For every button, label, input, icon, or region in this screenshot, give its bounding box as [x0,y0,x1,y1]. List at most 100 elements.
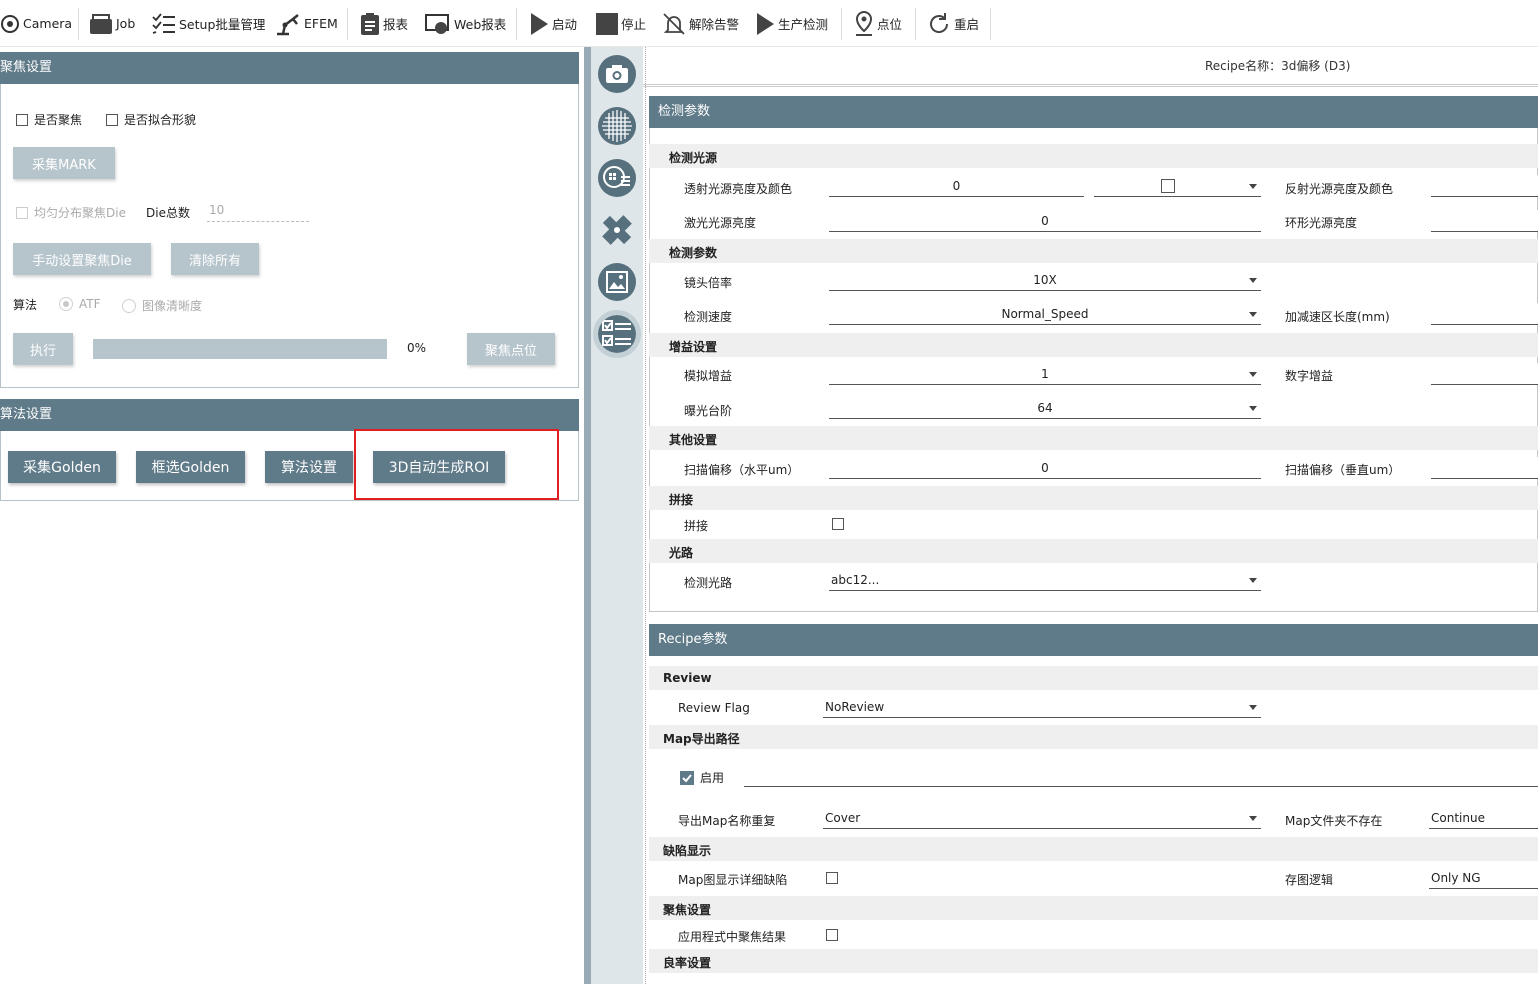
image-clarity-radio[interactable]: 图像清晰度 [122,297,202,314]
dup-name-select[interactable]: Cover [823,807,1261,829]
execute-button[interactable]: 执行 [13,333,73,365]
side-checklist-button[interactable] [593,310,641,358]
side-camera-button[interactable] [598,55,636,93]
image-frame-icon [606,271,628,293]
atf-radio[interactable]: ATF [59,297,101,311]
recipe-header: Recipe名称：3d偏移 (D3) [643,47,1538,87]
detail-defect-checkbox[interactable] [826,872,838,884]
group-header-row [649,725,1538,749]
checkbox-checked[interactable] [680,770,694,785]
accel-input[interactable] [1431,303,1538,325]
focus-panel-title: 聚焦设置 [0,60,53,75]
ring-light-input[interactable] [1431,210,1538,232]
exposure-select[interactable]: 64 [829,397,1261,419]
die-map-icon [603,166,630,188]
atf-radio-label: ATF [79,297,101,311]
algorithm-settings-button[interactable]: 算法设置 [265,451,353,483]
bell-off-icon [663,12,685,35]
refl-light-label: 反射光源亮度及颜色 [1285,182,1394,196]
refl-light-input[interactable] [1431,175,1538,197]
toolbar-start-button[interactable]: 启动 [529,0,577,47]
side-wafer-button[interactable] [598,107,636,145]
toolbar-job-button[interactable]: Job [89,0,135,47]
group-header-row [649,949,1538,973]
uniform-die-checkbox[interactable]: 均匀分布聚焦Die [16,204,126,221]
panel-border [645,47,646,984]
toolbar-divider [990,8,991,40]
toolbar-restart-button[interactable]: 重启 [927,0,979,47]
side-tools-button[interactable] [598,211,636,249]
group-stitch-title: 拼接 [669,493,694,507]
toolbar-camera-button[interactable]: Camera [0,0,72,47]
toolbar-label: Web报表 [454,17,507,32]
group-review-title: Review [663,671,712,685]
optic-select[interactable]: abc12... [829,569,1261,591]
checkbox-box[interactable] [106,113,118,126]
radio-button[interactable] [59,297,73,311]
trans-color-select[interactable] [1094,175,1261,197]
detect-panel-title: 检测参数 [658,104,711,119]
checkbox-box[interactable] [16,113,28,126]
enable-checkbox[interactable]: 启用 [680,769,724,786]
map-path-input[interactable] [744,765,1538,787]
toolbar-efem-button[interactable]: EFEM [275,0,338,47]
die-total-input[interactable]: 10 [207,201,309,222]
toolbar-report-button[interactable]: 报表 [360,0,408,47]
group-light-title: 检测光源 [669,151,718,165]
laser-light-input[interactable]: 0 [829,210,1261,232]
camera-icon [606,65,628,83]
ring-light-label: 环形光源亮度 [1285,216,1358,230]
toolbar-label: Setup批量管理 [179,17,266,32]
wafer-grid-icon [601,110,633,142]
collect-golden-button[interactable]: 采集Golden [8,451,116,483]
fit-shape-checkbox[interactable]: 是否拟合形貌 [106,111,196,128]
radio-button[interactable] [122,298,136,313]
save-logic-select[interactable]: Only NG [1429,867,1538,889]
analog-gain-select[interactable]: 1 [829,363,1261,385]
apply-focus-checkbox[interactable] [826,929,838,941]
panel-splitter[interactable] [584,47,591,984]
no-folder-select[interactable]: Continue [1429,807,1538,829]
stitch-checkbox[interactable] [832,518,844,530]
select-golden-button[interactable]: 框选Golden [136,451,245,483]
digital-gain-input[interactable] [1431,363,1538,385]
collect-mark-button[interactable]: 采集MARK [13,147,115,179]
review-flag-select[interactable]: NoReview [823,696,1261,718]
enable-label: 启用 [700,771,725,785]
manual-focus-die-button[interactable]: 手动设置聚焦Die [13,243,151,275]
group-defect-title: 缺陷显示 [663,844,712,858]
group-focus-title: 聚焦设置 [663,903,712,917]
scan-h-input[interactable]: 0 [829,457,1261,479]
side-image-button[interactable] [598,263,636,301]
group-params-title: 检测参数 [669,246,718,260]
progress-percent: 0% [407,341,427,355]
toolbar-label: 解除告警 [689,17,740,32]
group-map-title: Map导出路径 [663,732,740,746]
focus-point-button[interactable]: 聚焦点位 [467,333,555,365]
clear-all-button[interactable]: 清除所有 [171,243,259,275]
scan-v-input[interactable] [1431,457,1538,479]
focus-checkbox[interactable]: 是否聚焦 [16,111,82,128]
toolbar-setup-button[interactable]: Setup批量管理 [152,0,265,47]
toolbar-web-report-button[interactable]: Web报表 [425,0,506,47]
toolbar-clear-alarm-button[interactable]: 解除告警 [662,0,739,47]
toolbar-position-button[interactable]: 点位 [854,0,902,47]
scan-h-label: 扫描偏移（水平um） [684,463,800,477]
toolbar-divider [347,8,348,40]
checklist-icon [602,320,631,346]
stitch-label: 拼接 [684,519,709,533]
toolbar-label: 点位 [877,17,903,32]
toolbar-production-button[interactable]: 生产检测 [755,0,828,47]
exposure-label: 曝光台阶 [684,404,733,418]
apply-focus-label: 应用程式中聚焦结果 [678,930,787,944]
stop-icon [596,12,618,35]
checkbox-box[interactable] [16,206,28,219]
speed-select[interactable]: Normal_Speed [829,303,1261,325]
trans-light-label: 透射光源亮度及颜色 [684,182,793,196]
detail-defect-label: Map图显示详细缺陷 [678,873,788,887]
lens-select[interactable]: 10X [829,269,1261,291]
side-die-map-button[interactable] [598,159,636,197]
toolbar-stop-button[interactable]: 停止 [596,0,646,47]
image-clarity-radio-label: 图像清晰度 [142,299,203,313]
trans-light-input[interactable]: 0 [829,175,1084,197]
